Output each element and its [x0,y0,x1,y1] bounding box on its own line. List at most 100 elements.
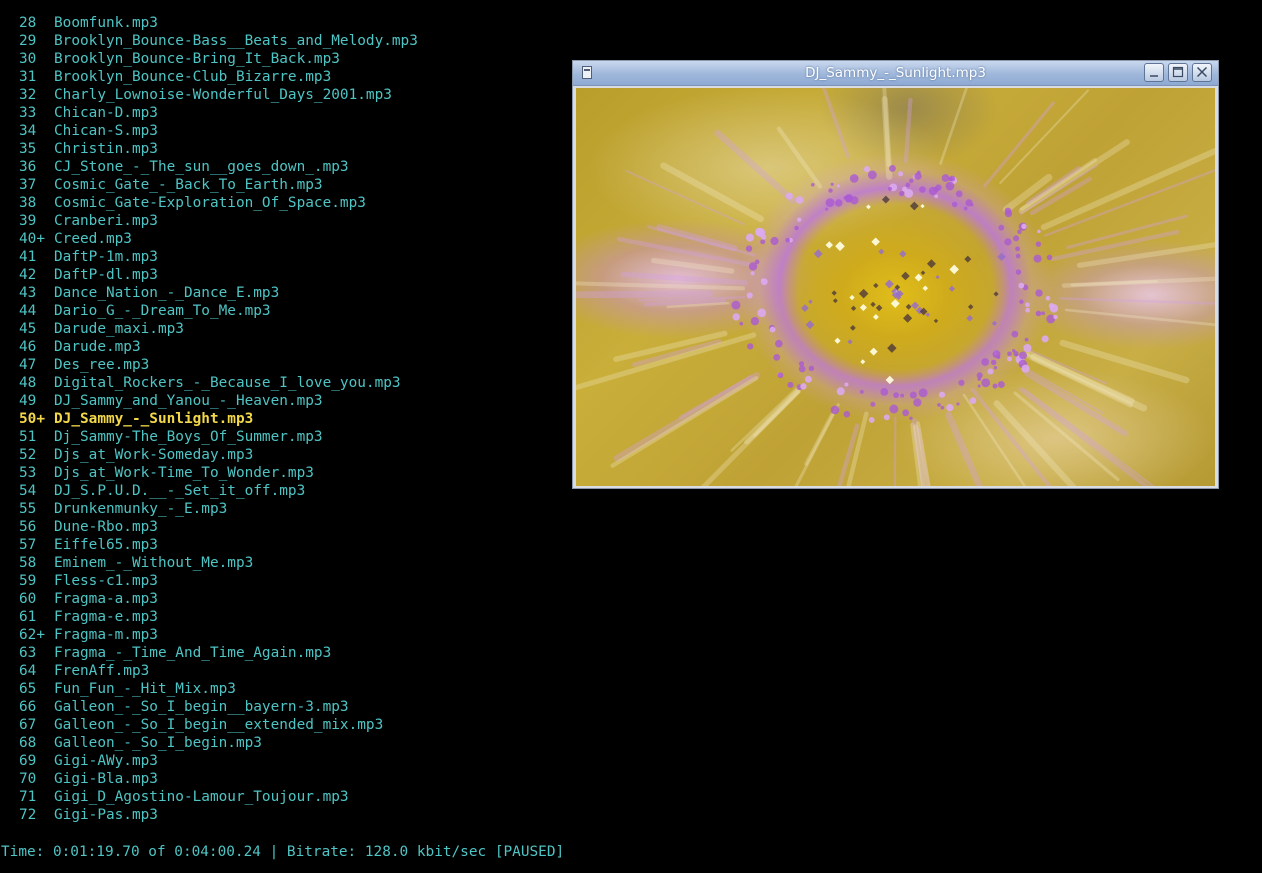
viz-streak [945,411,984,486]
viz-particle [938,391,946,398]
playlist-item: 45 Darude_maxi.mp3 [0,320,418,338]
viz-particle [798,365,806,373]
viz-particle [843,410,851,418]
viz-particle [970,203,974,207]
track-number: 59 [19,573,37,589]
track-filename: Creed.mp3 [54,231,132,247]
viz-particle [1035,241,1042,247]
viz-particle [893,392,900,399]
track-number: 47 [19,357,37,373]
track-filename: DaftP-1m.mp3 [54,249,158,265]
playlist-item: 57 Eiffel65.mp3 [0,536,418,554]
viz-sparkle [925,312,931,317]
playlist-item: 65 Fun_Fun_-_Hit_Mix.mp3 [0,680,418,698]
viz-particle [836,387,845,396]
viz-particle [918,388,928,398]
track-filename: Darude_maxi.mp3 [54,321,184,337]
viz-particle [748,262,758,271]
track-number: 67 [19,717,37,733]
track-filename: Darude.mp3 [54,339,141,355]
viz-particle [835,199,843,207]
viz-particle [888,186,892,191]
playlist-item: 53 Djs_at_Work-Time_To_Wonder.mp3 [0,464,418,482]
viz-streak [616,236,751,267]
viz-particle [1015,269,1022,275]
viz-particle [955,190,963,198]
track-filename: Fragma-a.mp3 [54,591,158,607]
viz-sparkle [858,288,869,299]
track-number: 28 [19,15,37,31]
viz-particle [1045,295,1051,301]
visualization-particles [576,88,1215,486]
viz-particle [825,198,835,208]
viz-sparkle [870,301,876,308]
viz-particle [804,375,812,383]
track-filename: Digital_Rockers_-_Because_I_love_you.mp3 [54,375,401,391]
track-filename: Fragma-e.mp3 [54,609,158,625]
viz-sparkle [869,347,878,356]
playlist-item: 37 Cosmic_Gate_-_Back_To_Earth.mp3 [0,176,418,194]
viz-streak [730,385,800,452]
track-filename: DaftP-dl.mp3 [54,267,158,283]
viz-particle [902,186,908,192]
playlist-item: 49 DJ_Sammy_and_Yanou_-_Heaven.mp3 [0,392,418,410]
window-titlebar[interactable]: DJ_Sammy_-_Sunlight.mp3 [573,61,1218,86]
playlist-item: 33 Chican-D.mp3 [0,104,418,122]
viz-particle [1012,235,1020,242]
viz-sparkle [849,324,856,331]
viz-particle [958,379,965,386]
playlist-item: 39 Cranberi.mp3 [0,212,418,230]
viz-particle [868,416,875,423]
track-filename: DJ_Sammy_and_Yanou_-_Heaven.mp3 [54,393,323,409]
viz-particle [849,174,859,183]
viz-particle [1015,246,1020,252]
viz-particle [867,170,877,180]
viz-sparkle [801,304,809,312]
track-number: 39 [19,213,37,229]
visualizer-window[interactable]: DJ_Sammy_-_Sunlight.mp3 [572,60,1219,489]
viz-particle [909,178,914,183]
playlist-item: 40+ Creed.mp3 [0,230,418,248]
viz-particle [888,164,896,172]
viz-particle [836,184,840,188]
track-filename: Brooklyn_Bounce-Bring_It_Back.mp3 [54,51,340,67]
viz-particle [1019,351,1028,360]
viz-particle [990,359,997,366]
maximize-button[interactable] [1168,63,1188,82]
track-number: 68 [19,735,37,751]
track-number: 64 [19,663,37,679]
track-filename: Des_ree.mp3 [54,357,150,373]
track-number: 58 [19,555,37,571]
viz-particle [937,403,941,407]
viz-particle [1015,253,1021,259]
playlist-item: 30 Brooklyn_Bounce-Bring_It_Back.mp3 [0,50,418,68]
minimize-icon [1150,75,1158,77]
viz-particle [1053,314,1058,320]
viz-sparkle [835,241,845,252]
viz-particle [844,382,849,387]
viz-particle [810,183,815,187]
viz-sparkle [832,298,838,304]
viz-particle [1025,302,1030,308]
track-filename: Fun_Fun_-_Hit_Mix.mp3 [54,681,236,697]
viz-particle [948,176,953,182]
viz-sparkle [808,299,813,304]
viz-streak [983,101,1055,188]
minimize-button[interactable] [1144,63,1164,82]
viz-sparkle [905,303,912,310]
viz-sparkle [825,241,834,249]
track-filename: Cosmic_Gate_-_Back_To_Earth.mp3 [54,177,323,193]
close-button[interactable] [1192,63,1212,82]
track-number: 43 [19,285,37,301]
track-number: 54 [19,483,37,499]
viz-particle [919,186,926,193]
track-filename: FrenAff.mp3 [54,663,150,679]
viz-particle [900,393,905,398]
viz-sparkle [859,303,867,312]
viz-sparkle [966,314,974,322]
playlist-item: 54 DJ_S.P.U.D.__-_Set_it_off.mp3 [0,482,418,500]
viz-sparkle [805,320,815,330]
viz-particle [830,405,840,415]
playlist-item: 64 FrenAff.mp3 [0,662,418,680]
track-filename: Gigi-AWy.mp3 [54,753,158,769]
